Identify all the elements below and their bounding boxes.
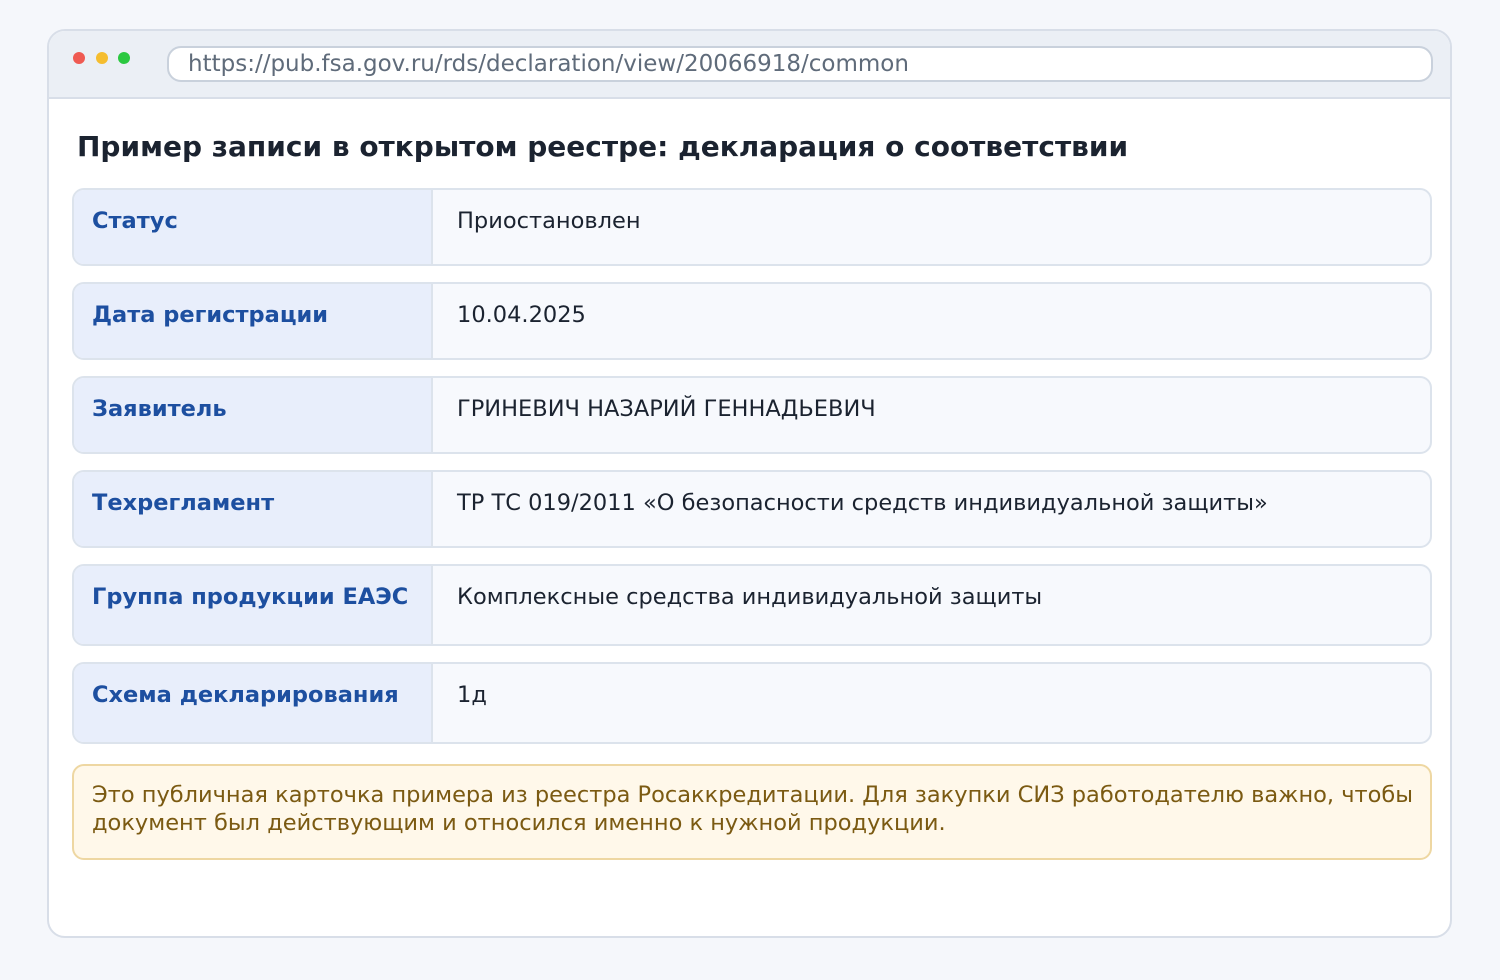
field-value: ГРИНЕВИЧ НАЗАРИЙ ГЕННАДЬЕВИЧ [457, 396, 876, 422]
field-value: 1д [457, 682, 487, 708]
field-label: Заявитель [74, 378, 433, 452]
field-value: 10.04.2025 [457, 302, 586, 328]
field-label: Техрегламент [74, 472, 433, 546]
info-note: Это публичная карточка примера из реестр… [72, 764, 1432, 860]
field-row-product-group: Группа продукции ЕАЭС Комплексные средст… [72, 564, 1432, 646]
page-title: Пример записи в открытом реестре: деклар… [77, 130, 1129, 163]
field-row-applicant: Заявитель ГРИНЕВИЧ НАЗАРИЙ ГЕННАДЬЕВИЧ [72, 376, 1432, 454]
field-row-registration-date: Дата регистрации 10.04.2025 [72, 282, 1432, 360]
browser-titlebar: https://pub.fsa.gov.ru/rds/declaration/v… [49, 31, 1450, 99]
minimize-window-icon[interactable] [96, 52, 108, 64]
field-value: Комплексные средства индивидуальной защи… [457, 584, 1043, 610]
field-value: Приостановлен [457, 208, 641, 234]
field-row-declaration-scheme: Схема декларирования 1д [72, 662, 1432, 744]
field-row-status: Статус Приостановлен [72, 188, 1432, 266]
field-label: Дата регистрации [74, 284, 433, 358]
maximize-window-icon[interactable] [118, 52, 130, 64]
browser-window: https://pub.fsa.gov.ru/rds/declaration/v… [47, 29, 1452, 938]
field-row-technical-regulation: Техрегламент ТР ТС 019/2011 «О безопасно… [72, 470, 1432, 548]
field-label: Схема декларирования [74, 664, 433, 742]
field-label: Группа продукции ЕАЭС [74, 566, 433, 644]
close-window-icon[interactable] [73, 52, 85, 64]
field-label: Статус [74, 190, 433, 264]
field-value: ТР ТС 019/2011 «О безопасности средств и… [457, 490, 1268, 516]
address-bar[interactable]: https://pub.fsa.gov.ru/rds/declaration/v… [167, 46, 1433, 82]
declaration-fields: Статус Приостановлен Дата регистрации 10… [72, 188, 1432, 760]
